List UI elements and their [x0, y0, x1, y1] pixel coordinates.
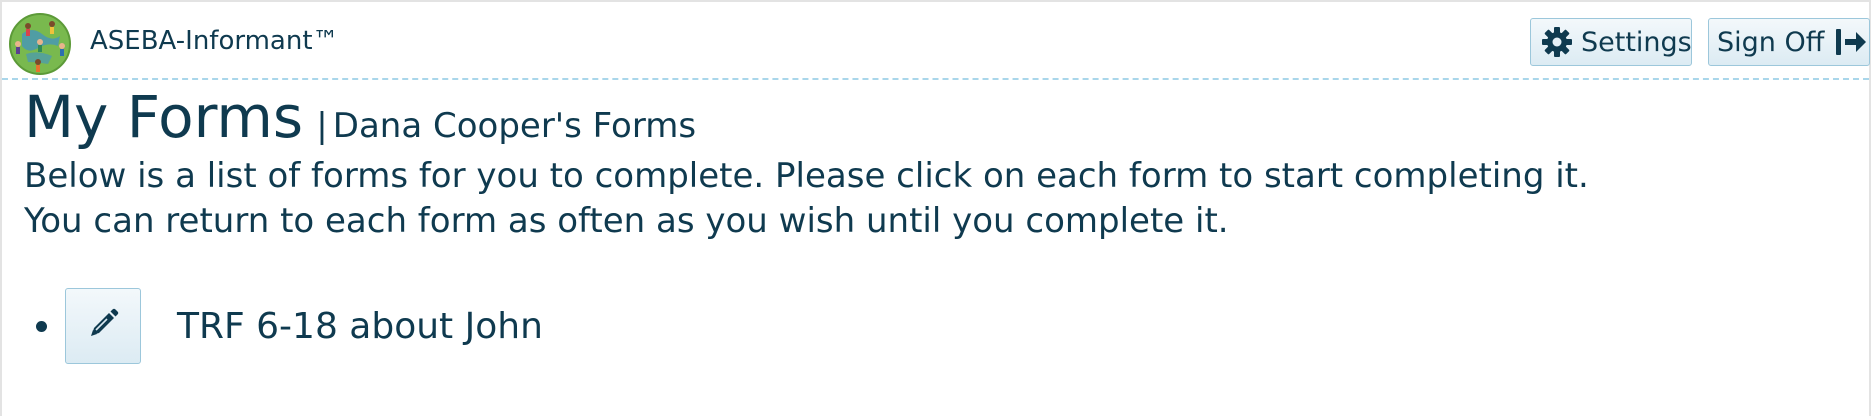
bullet — [36, 320, 47, 332]
page-subtitle: Dana Cooper's Forms — [332, 106, 697, 146]
app-window: ASEBA-Informant™ Settings Sign Off My Fo… — [0, 0, 1871, 416]
edit-form-button[interactable] — [65, 288, 141, 364]
instructions: Below is a list of forms for you to comp… — [24, 154, 1864, 244]
page-title: My Forms — [24, 83, 304, 151]
settings-button[interactable]: Settings — [1530, 18, 1692, 66]
globe-people-logo — [9, 13, 71, 75]
sign-out-icon — [1834, 26, 1868, 58]
title-separator: | — [316, 106, 328, 146]
form-link[interactable]: TRF 6-18 about John — [177, 306, 543, 347]
sign-off-button[interactable]: Sign Off — [1708, 18, 1870, 66]
list-item: TRF 6-18 about John — [24, 288, 1864, 364]
pencil-icon — [85, 306, 121, 346]
gear-icon — [1541, 26, 1573, 58]
app-title: ASEBA-Informant™ — [90, 26, 339, 56]
forms-list: TRF 6-18 about John — [24, 288, 1864, 364]
top-bar: ASEBA-Informant™ Settings Sign Off — [2, 2, 1870, 80]
settings-label: Settings — [1581, 26, 1692, 58]
sign-off-label: Sign Off — [1717, 26, 1825, 58]
app-logo — [8, 12, 72, 76]
instructions-line-1: Below is a list of forms for you to comp… — [24, 156, 1589, 196]
page-heading: My Forms | Dana Cooper's Forms — [24, 86, 1864, 148]
main-content: My Forms | Dana Cooper's Forms Below is … — [24, 86, 1864, 364]
instructions-line-2: You can return to each form as often as … — [24, 201, 1229, 241]
